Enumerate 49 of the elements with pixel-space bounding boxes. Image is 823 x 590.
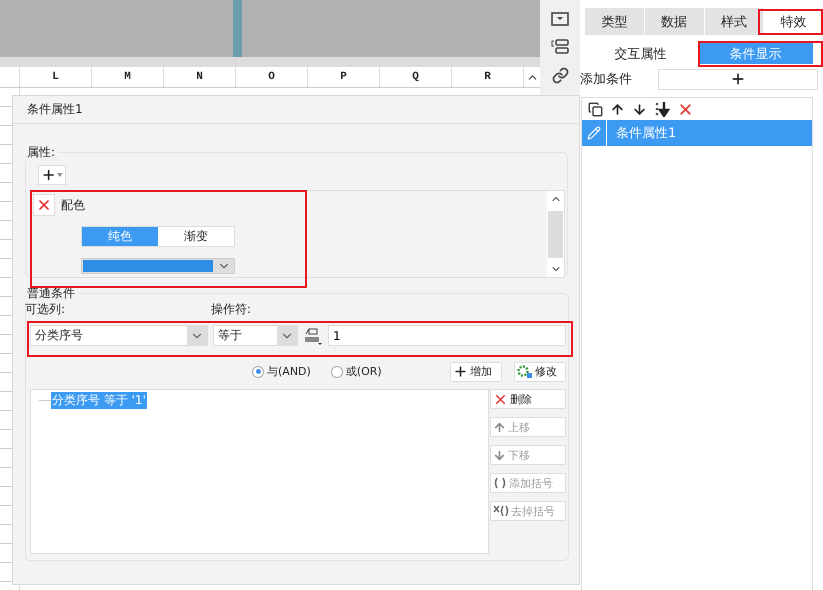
move-to-bottom-icon[interactable] <box>654 101 670 117</box>
down-arrow-icon <box>493 448 506 462</box>
section-legend: 属性: <box>24 144 58 161</box>
plus-icon <box>41 167 56 183</box>
fill-mode-tab[interactable]: 渐变 <box>158 227 234 246</box>
down-arrow-icon[interactable] <box>632 102 647 116</box>
operator-select[interactable]: 等于 <box>213 325 298 346</box>
dropdown-box-icon[interactable] <box>551 12 569 26</box>
link-icon[interactable] <box>552 67 568 84</box>
action-button[interactable]: 删除 <box>490 389 566 409</box>
edit-button[interactable]: 修改 <box>514 362 566 382</box>
value-input[interactable]: 1 <box>328 325 566 346</box>
column-header: M <box>92 67 164 87</box>
column-header: P <box>308 67 380 87</box>
highlight-frame <box>758 9 823 35</box>
column-header: R <box>452 67 524 87</box>
column-header: O <box>236 67 308 87</box>
delete-property-button[interactable] <box>33 194 55 216</box>
up-arrow-icon <box>493 420 506 434</box>
dialog-title: 条件属性1 <box>27 101 83 118</box>
panel-tab[interactable]: 类型 <box>585 8 644 35</box>
parentheses-icon <box>493 477 507 489</box>
panel-tab[interactable]: 样式 <box>704 8 764 35</box>
logic-radio[interactable]: 与(AND) <box>252 364 311 379</box>
add-button[interactable]: 增加 <box>450 362 502 382</box>
logic-radio[interactable]: 或(OR) <box>330 364 382 379</box>
color-picker[interactable] <box>81 258 235 274</box>
caret-icon <box>57 173 63 177</box>
remove-parentheses-icon <box>493 505 509 517</box>
add-condition-label: 添加条件 <box>580 71 633 88</box>
property-label: 配色 <box>61 196 85 214</box>
copy-icon[interactable] <box>588 102 603 116</box>
gear-icon <box>517 364 533 379</box>
add-property-button[interactable] <box>38 165 66 185</box>
column-select[interactable]: 分类序号 <box>30 325 208 346</box>
column-header: L <box>20 67 92 87</box>
field-label: 可选列: <box>25 303 66 316</box>
panel-tab[interactable]: 数据 <box>644 8 704 35</box>
splitter-bar <box>233 0 242 57</box>
close-icon <box>36 197 52 213</box>
plus-icon <box>730 71 746 87</box>
formula-type-icon[interactable] <box>303 326 323 346</box>
form-fields-icon[interactable] <box>551 39 569 54</box>
field-label: 操作符: <box>211 303 252 316</box>
plus-icon <box>453 364 468 379</box>
column-header: Q <box>380 67 452 87</box>
pencil-icon <box>587 126 601 140</box>
column-header: N <box>164 67 236 87</box>
scrollbar-thumb[interactable] <box>548 210 563 258</box>
